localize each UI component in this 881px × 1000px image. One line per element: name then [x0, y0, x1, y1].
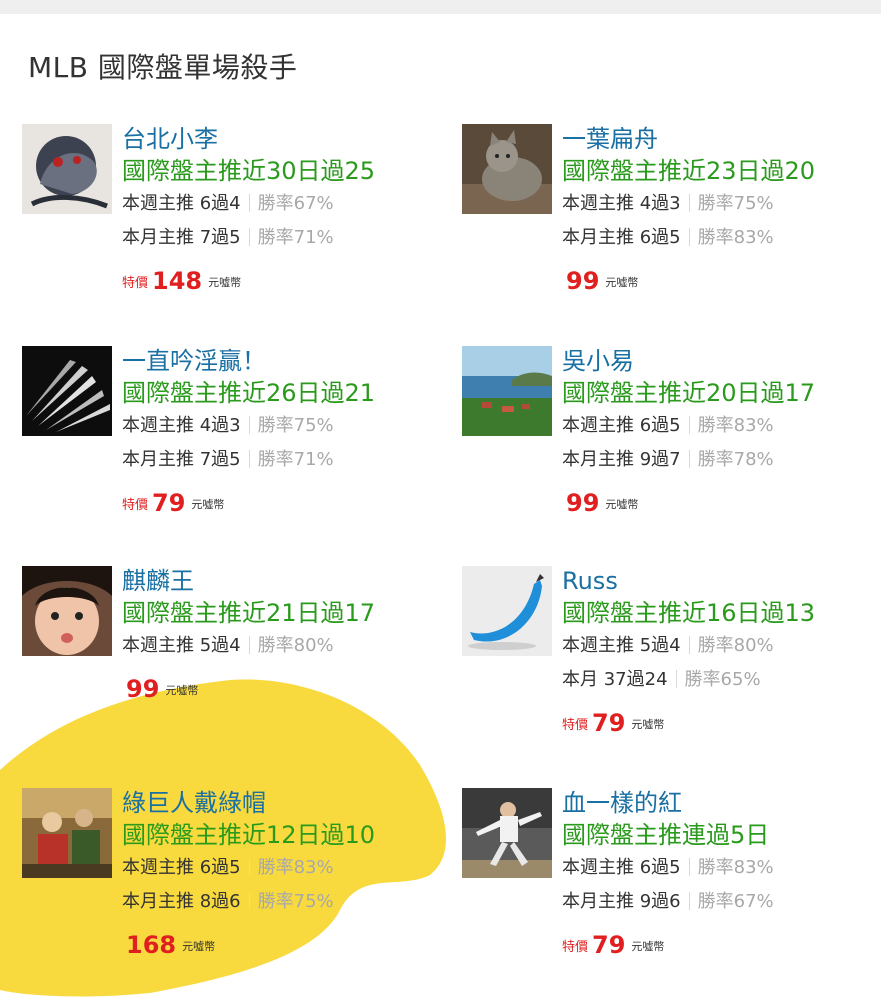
weekly-stat: 本週主推 6過5 勝率83% — [562, 857, 774, 878]
monthly-stat: 本月主推 6過5 勝率83% — [562, 227, 774, 248]
weekly-stat: 本週主推 5過4 勝率80% — [562, 635, 774, 656]
tipster-headline: 國際盤主推近26日過21 — [122, 379, 376, 407]
currency-label: 元噓幣 — [191, 498, 225, 511]
currency-label: 元噓幣 — [182, 940, 216, 953]
weekly-stat: 本週主推 5過4 勝率80% — [122, 635, 334, 656]
tipster-card[interactable]: 血一樣的紅 國際盤主推連過5日 本週主推 6過5 勝率83% 本月主推 9過6 勝率… — [462, 788, 881, 988]
price-amount: 79 — [592, 709, 626, 737]
tipster-card[interactable]: 一葉扁舟 國際盤主推近23日過20 本週主推 4過3 勝率75% 本月主推 6過5… — [462, 124, 881, 324]
promo-label: 特價 — [122, 498, 149, 513]
price-amount: 99 — [126, 675, 160, 703]
price-amount: 99 — [566, 489, 600, 517]
currency-label: 元噓幣 — [605, 276, 639, 289]
price-tag[interactable]: 168 元噓幣 — [122, 930, 442, 963]
baseball-pitcher-avatar[interactable] — [462, 788, 552, 878]
monthly-stat: 本月主推 7過5 勝率71% — [122, 449, 334, 470]
currency-label: 元噓幣 — [165, 684, 199, 697]
weekly-stat: 本週主推 6過5 勝率83% — [562, 415, 774, 436]
tipster-card[interactable]: 一直吟淫贏！ 國際盤主推近26日過21 本週主推 4過3 勝率75% 本月主推 7… — [22, 346, 442, 546]
tipster-card[interactable]: 綠巨人戴綠帽 國際盤主推近12日過10 本週主推 6過5 勝率83% 本月主推 8… — [22, 788, 442, 988]
tipster-headline: 國際盤主推近21日過17 — [122, 599, 376, 627]
crowd-photo-avatar[interactable] — [22, 788, 112, 878]
price-tag[interactable]: 特價 79 元噓幣 — [562, 708, 881, 741]
tipster-headline: 國際盤主推近16日過13 — [562, 599, 816, 627]
tipster-name[interactable]: 一葉扁舟 — [562, 124, 881, 156]
price-amount: 99 — [566, 267, 600, 295]
tipster-name[interactable]: 一直吟淫贏！ — [122, 346, 442, 378]
tipster-card[interactable]: 台北小李 國際盤主推近30日過25 本週主推 6過4 勝率67% 本月主推 7過5… — [22, 124, 442, 324]
promo-label: 特價 — [122, 276, 149, 291]
price-tag[interactable]: 特價 148 元噓幣 — [122, 266, 442, 299]
monthly-stat: 本月主推 9過7 勝率78% — [562, 449, 774, 470]
tipster-name[interactable]: 吳小易 — [562, 346, 881, 378]
weekly-stat: 本週主推 6過4 勝率67% — [122, 193, 334, 214]
kitten-avatar[interactable] — [462, 124, 552, 214]
tipster-headline: 國際盤主推連過5日 — [562, 821, 770, 849]
blue-banana-avatar[interactable] — [462, 566, 552, 656]
tipster-headline: 國際盤主推近12日過10 — [122, 821, 376, 849]
page-title: MLB 國際盤單場殺手 — [28, 51, 298, 84]
tipster-name[interactable]: 綠巨人戴綠帽 — [122, 788, 442, 820]
monthly-stat: 本月主推 7過5 勝率71% — [122, 227, 334, 248]
promo-label: 特價 — [562, 718, 589, 733]
price-tag[interactable]: 99 元噓幣 — [562, 488, 881, 521]
currency-label: 元噓幣 — [631, 940, 665, 953]
price-tag[interactable]: 99 元噓幣 — [122, 674, 442, 707]
tipster-name[interactable]: 血一樣的紅 — [562, 788, 881, 820]
tipster-card[interactable]: 麒麟王 國際盤主推近21日過17 本週主推 5過4 勝率80% 99 元噓幣 — [22, 566, 442, 766]
price-tag[interactable]: 99 元噓幣 — [562, 266, 881, 299]
dragon-art-avatar[interactable] — [22, 124, 112, 214]
price-tag[interactable]: 特價 79 元噓幣 — [562, 930, 881, 963]
currency-label: 元噓幣 — [208, 276, 242, 289]
weekly-stat: 本週主推 6過5 勝率83% — [122, 857, 334, 878]
weekly-stat: 本週主推 4過3 勝率75% — [562, 193, 774, 214]
monthly-stat: 本月主推 9過6 勝率67% — [562, 891, 774, 912]
tipster-headline: 國際盤主推近20日過17 — [562, 379, 816, 407]
tipster-card[interactable]: Russ 國際盤主推近16日過13 本週主推 5過4 勝率80% 本月 37過24… — [462, 566, 881, 766]
tipster-headline: 國際盤主推近30日過25 — [122, 157, 376, 185]
monthly-stat: 本月主推 8過6 勝率75% — [122, 891, 334, 912]
coastal-landscape-avatar[interactable] — [462, 346, 552, 436]
weekly-stat: 本週主推 4過3 勝率75% — [122, 415, 334, 436]
price-amount: 79 — [152, 489, 186, 517]
tipster-headline: 國際盤主推近23日過20 — [562, 157, 816, 185]
price-amount: 148 — [152, 267, 203, 295]
price-amount: 168 — [126, 931, 177, 959]
tipster-name[interactable]: 台北小李 — [122, 124, 442, 156]
promo-label: 特價 — [562, 940, 589, 955]
child-face-avatar[interactable] — [22, 566, 112, 656]
currency-label: 元噓幣 — [631, 718, 665, 731]
tipster-name[interactable]: 麒麟王 — [122, 566, 442, 598]
tipster-name[interactable]: Russ — [562, 566, 881, 598]
top-divider-bar — [0, 0, 881, 14]
fanned-cards-avatar[interactable] — [22, 346, 112, 436]
price-amount: 79 — [592, 931, 626, 959]
monthly-stat: 本月 37過24 勝率65% — [562, 669, 761, 690]
tipster-card[interactable]: 吳小易 國際盤主推近20日過17 本週主推 6過5 勝率83% 本月主推 9過7 勝… — [462, 346, 881, 546]
price-tag[interactable]: 特價 79 元噓幣 — [122, 488, 442, 521]
currency-label: 元噓幣 — [605, 498, 639, 511]
